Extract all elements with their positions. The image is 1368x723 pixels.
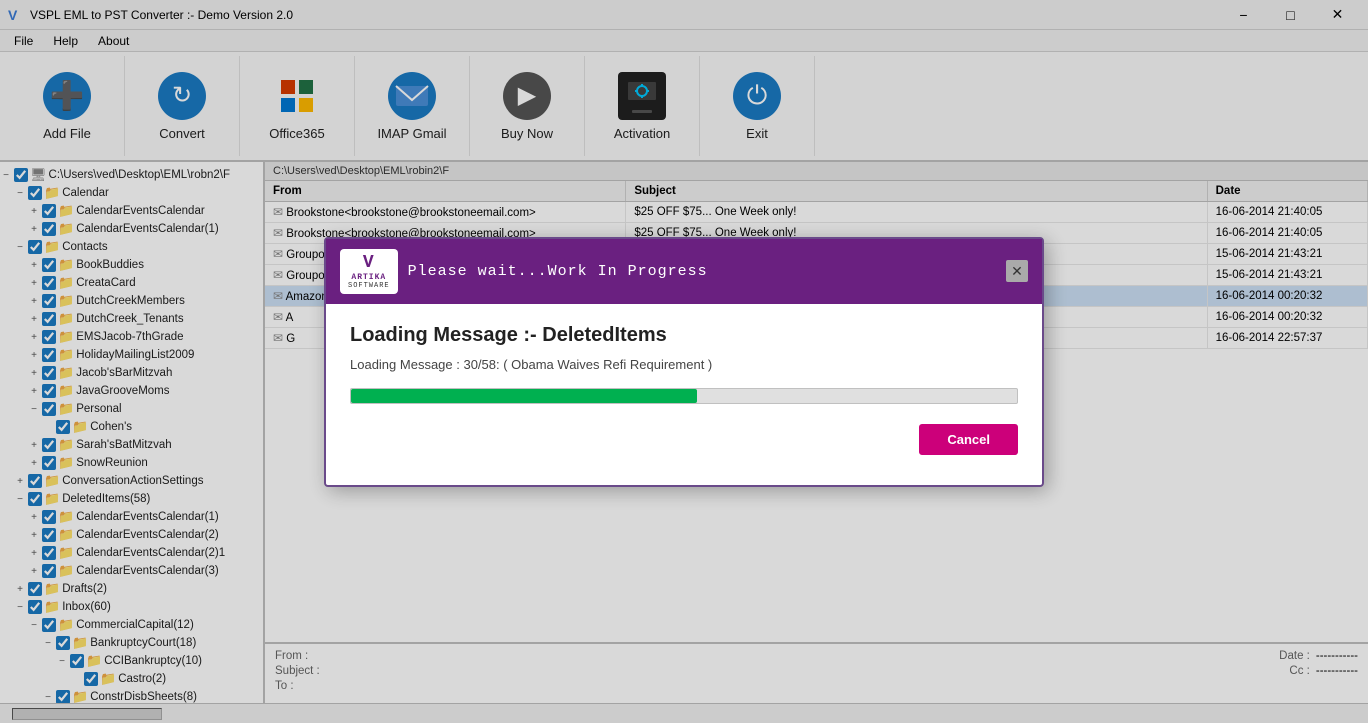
progress-bar-fill: [351, 389, 697, 403]
modal-title: Loading Message :- DeletedItems: [350, 324, 1018, 347]
modal-header-left: V ARTIKA SOFTWARE Please wait...Work In …: [340, 249, 708, 294]
modal-header-text: Please wait...Work In Progress: [408, 263, 708, 280]
modal-close-button[interactable]: ✕: [1006, 260, 1028, 282]
progress-modal: V ARTIKA SOFTWARE Please wait...Work In …: [324, 237, 1044, 487]
vartika-name: ARTIKA: [351, 273, 386, 282]
modal-footer: Cancel: [350, 424, 1018, 465]
modal-subtitle: Loading Message : 30/58: ( Obama Waives …: [350, 357, 1018, 372]
vartika-v-letter: V: [363, 253, 375, 273]
modal-body: Loading Message :- DeletedItems Loading …: [326, 304, 1042, 485]
modal-header: V ARTIKA SOFTWARE Please wait...Work In …: [326, 239, 1042, 304]
modal-overlay: V ARTIKA SOFTWARE Please wait...Work In …: [0, 0, 1368, 723]
progress-bar-background: [350, 388, 1018, 404]
vartika-logo: V ARTIKA SOFTWARE: [340, 249, 398, 294]
cancel-button[interactable]: Cancel: [919, 424, 1018, 455]
vartika-sub: SOFTWARE: [348, 282, 390, 290]
